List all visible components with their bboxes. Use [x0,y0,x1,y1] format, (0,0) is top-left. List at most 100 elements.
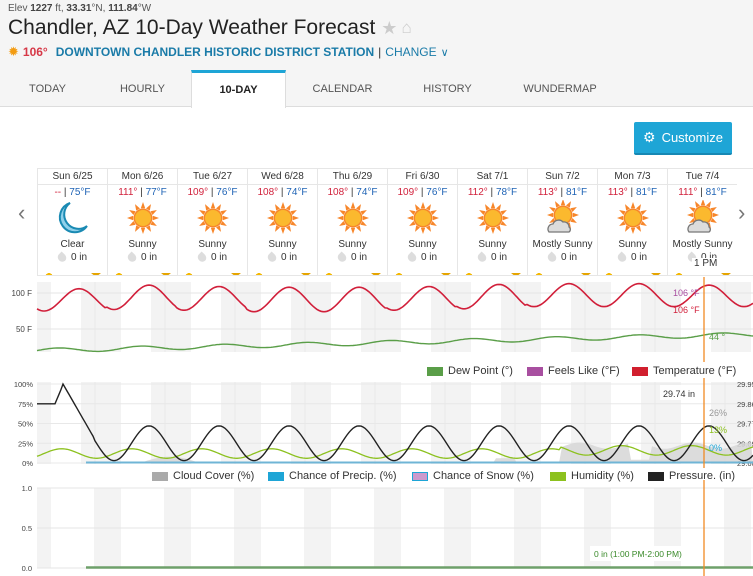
day-name: Wed 6/28 [248,169,317,185]
high-temp: 109° [397,187,419,198]
sunset-icon [91,273,101,275]
day-card[interactable]: Sun 6/25 -- | 75°F Clear 0 in [37,169,107,275]
day-card[interactable]: Wed 6/28 108° | 74°F Sunny 0 in [247,169,317,275]
temp-legend-temperature[interactable]: Temperature (°F) [632,365,736,377]
y-tick-right: 29.77 [737,420,753,429]
sunset-icon [511,273,521,275]
current-temperature: 106° [22,45,48,59]
customize-button[interactable]: ⚙ Customize [634,122,732,155]
sunrise-icon [674,273,684,275]
hi-lo-temps: 112° | 78°F [467,187,518,198]
high-temp: 111° [678,187,698,198]
day-card[interactable]: Mon 6/26 111° | 77°F Sunny 0 in [107,169,177,275]
precip-amount: 0 in [178,251,247,264]
tab-wundermap[interactable]: WUNDERMAP [510,70,610,107]
tab-today[interactable]: TODAY [0,70,95,107]
sunrise-icon [184,273,194,275]
precip-value: 0 in [210,252,228,263]
precip-hover-label: 0 in (1:00 PM-2:00 PM) [594,549,682,559]
hi-lo-temps: 111° | 77°F [118,187,167,198]
hi-lo-temps: 108° | 74°F [257,187,308,198]
tab-calendar[interactable]: CALENDAR [295,70,390,107]
sunset-icon [721,273,731,275]
condition-text: Mostly Sunny [532,239,593,250]
legend-label: Temperature (°F) [653,365,737,377]
latitude: 33.31 [66,3,92,14]
day-card[interactable]: Fri 6/30 109° | 76°F Sunny 0 in [387,169,457,275]
chevron-down-icon[interactable]: ∨ [441,46,449,59]
high-temp: 108° [327,187,349,198]
pressure-value-label: 29.74 in [663,389,695,399]
day-card[interactable]: Mon 7/3 113° | 81°F Sunny 0 in [597,169,667,275]
legend-swatch [427,366,443,376]
day-name: Sun 6/25 [38,169,107,185]
sun-icon [266,202,299,234]
mostly-sunny-icon [686,200,719,233]
high-temp: 109° [187,187,209,198]
cloud-value-label: 26% [709,408,727,418]
condition-text: Sunny [198,239,227,250]
favorite-star-icon[interactable]: ★ [381,18,397,39]
low-temp: 81°F [565,187,588,198]
low-temp: 78°F [495,187,518,198]
condition-text: Sunny [618,239,647,250]
sun-icon [406,202,439,234]
feels-like-label: 106 °F [673,288,700,298]
precipitation-chart: 1.0 0.5 0.0 0 in (1:00 PM-2:00 PM) [22,480,753,576]
sun-icon [196,202,229,234]
high-temp: -- [54,187,62,198]
prev-arrow-icon[interactable]: ‹ [18,200,25,226]
raindrop-icon [615,251,628,264]
gear-icon: ⚙ [643,129,656,145]
day-forecast-strip: Sun 6/25 -- | 75°F Clear 0 in Mon 6/26 111° |… [37,168,753,276]
day-name: Tue 6/27 [178,169,247,185]
sunrise-icon [534,273,544,275]
tab-history[interactable]: HISTORY [400,70,495,107]
day-card[interactable]: Sun 7/2 113° | 81°F Mostly Sunny 0 in [527,169,597,275]
precip-amount: 0 in [318,251,387,264]
page-title: Chandler, AZ 10-Day Weather Forecast [8,16,376,39]
precip-amount: 0 in [458,251,527,264]
lat-unit: °N, [91,3,106,14]
low-temp: 81°F [705,187,727,198]
sunset-icon [301,273,311,275]
sun-icon [336,202,369,234]
home-icon[interactable]: ⌂ [401,18,411,38]
sunset-icon [231,273,241,275]
customize-label: Customize [661,130,723,145]
raindrop-icon [125,251,138,264]
precip-amount: 0 in [528,251,597,264]
sunset-icon [651,273,661,275]
day-card[interactable]: Tue 6/27 109° | 76°F Sunny 0 in [177,169,247,275]
temperature-value-label: 106 °F [673,305,700,315]
temp-legend-dew[interactable]: Dew Point (°) [427,365,513,377]
sun-icon [616,202,649,234]
change-station-link[interactable]: CHANGE [385,45,436,59]
y-tick-label: 50 F [16,325,32,334]
temp-legend-feels[interactable]: Feels Like (°F) [527,365,620,377]
tab-10-day[interactable]: 10-DAY [191,70,286,108]
legend-label: Feels Like (°F) [548,365,620,377]
sunrise-icon [464,273,474,275]
condition-text: Sunny [268,239,297,250]
high-temp: 112° [467,187,488,198]
condition-icon [38,198,107,238]
low-temp: 76°F [426,187,448,198]
precip-amount: 0 in [248,251,317,264]
precip-value: 0 in [630,252,648,263]
raindrop-icon [55,251,68,264]
precip-value: 0 in [280,252,298,263]
day-card[interactable]: Sat 7/1 112° | 78°F Sunny 0 in [457,169,527,275]
tab-hourly[interactable]: HOURLY [95,70,190,107]
precip-value: 0 in [420,252,438,263]
y-tick-left: 75% [18,400,33,409]
station-name-link[interactable]: DOWNTOWN CHANDLER HISTORIC DISTRICT STAT… [56,45,374,59]
sunrise-icon [604,273,614,275]
condition-icon [178,198,247,238]
condition-icon [388,198,457,238]
hi-lo-temps: 113° | 81°F [607,187,658,198]
day-card[interactable]: Thu 6/29 108° | 74°F Sunny 0 in [317,169,387,275]
condition-icon [248,198,317,238]
sunrise-icon [394,273,404,275]
day-name: Thu 6/29 [318,169,387,185]
